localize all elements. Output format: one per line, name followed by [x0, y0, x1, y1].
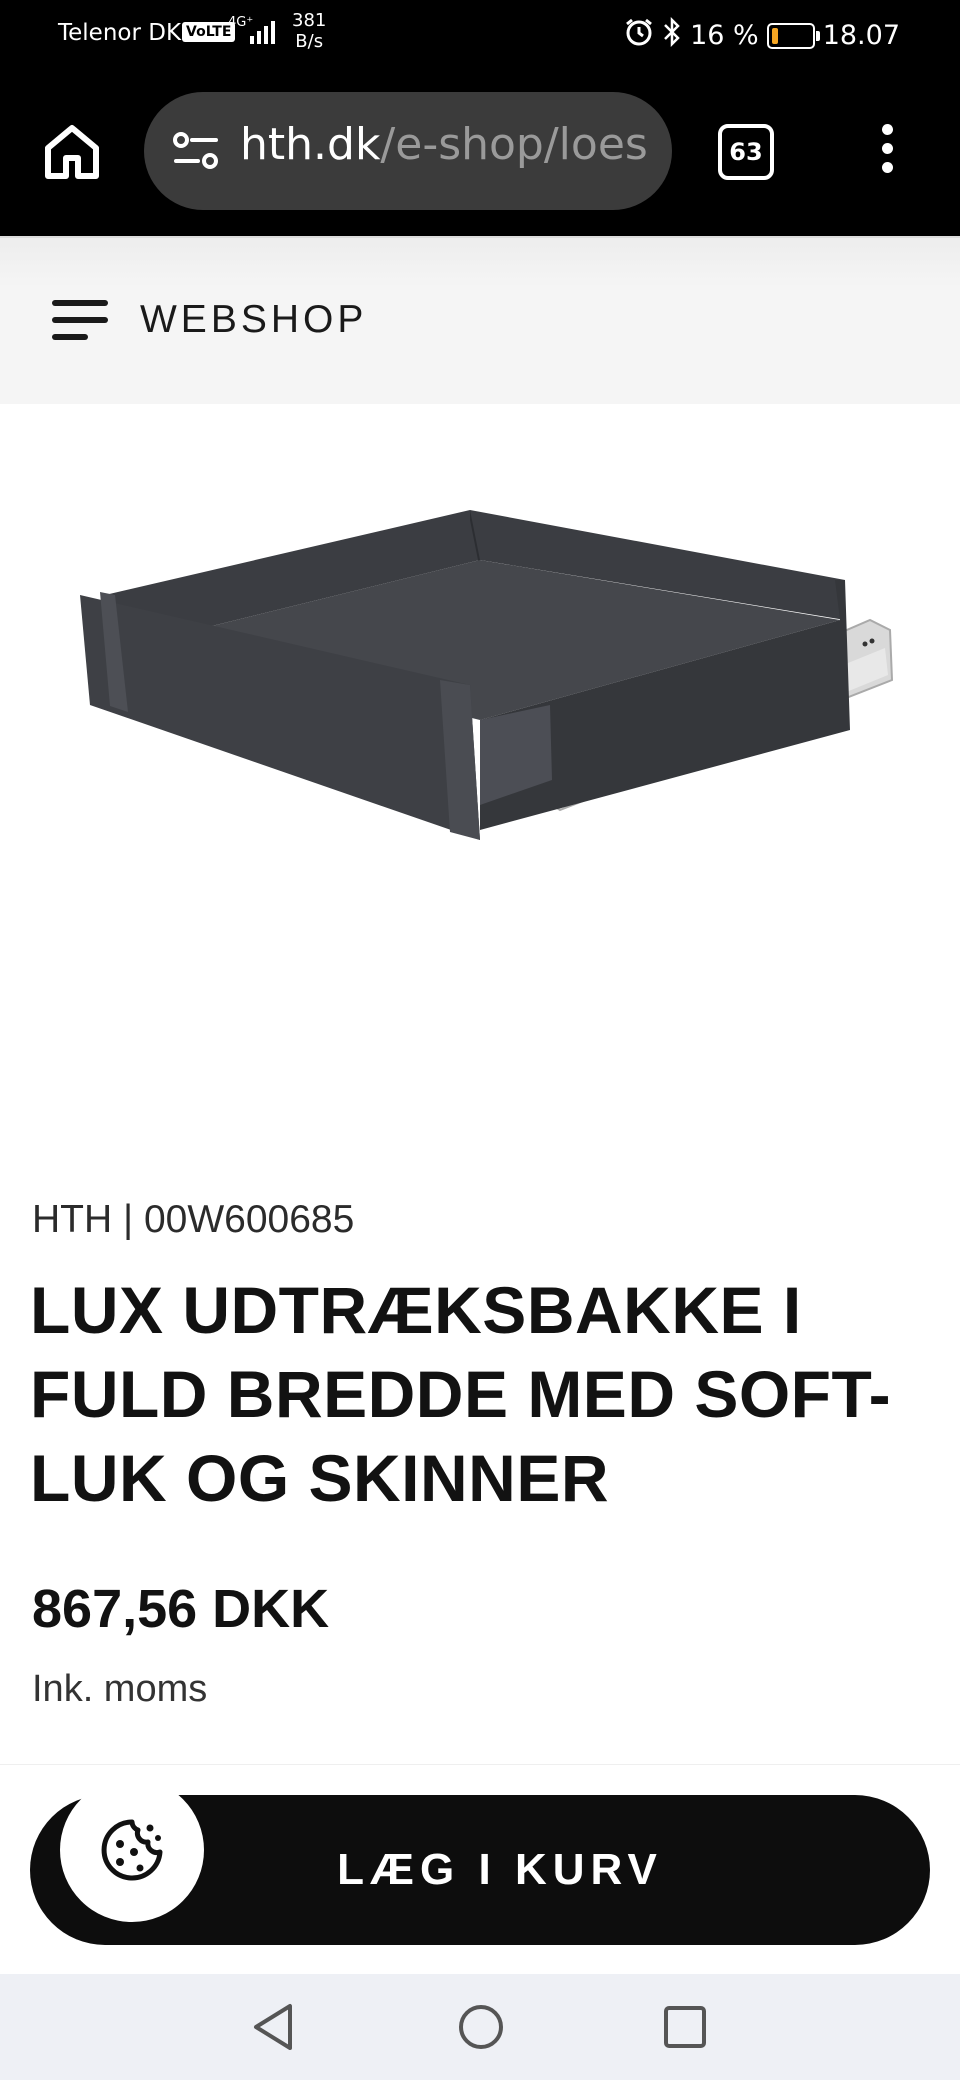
clock: 18.07 — [822, 20, 900, 51]
back-icon[interactable] — [250, 2000, 298, 2058]
product-title: LUX UDTRÆKSBAKKE I FULD BREDDE MED SOFT-… — [30, 1273, 892, 1515]
vat-note: Ink. moms — [32, 1668, 208, 1710]
product-image[interactable] — [40, 480, 940, 880]
home-icon — [45, 125, 99, 179]
browser-toolbar: hth.dk/e-shop/loes 63 — [0, 76, 960, 236]
url-domain: hth.dk — [240, 119, 381, 170]
product-brand-sku: HTH | 00W600685 — [32, 1198, 355, 1241]
alarm-icon — [624, 17, 654, 54]
network-speed: 381 B/s — [292, 10, 326, 52]
battery-icon — [766, 22, 820, 49]
more-options-icon[interactable] — [872, 124, 902, 180]
product-price: 867,56 DKK — [32, 1579, 330, 1639]
system-navigation-bar — [0, 1974, 960, 2080]
recent-apps-icon[interactable] — [662, 2002, 708, 2056]
bluetooth-icon — [662, 16, 682, 54]
home-button[interactable] — [40, 120, 104, 184]
status-bar: Telenor DK VoLTE 4G⁺ 381 B/s 16 % 18.07 — [0, 0, 960, 76]
signal-icon — [250, 18, 282, 50]
cookie-settings-button[interactable] — [60, 1778, 204, 1922]
battery-percent: 16 % — [690, 20, 759, 51]
carrier-label: Telenor DK — [58, 20, 182, 46]
url-path: /e-shop/loes — [380, 119, 648, 170]
site-settings-icon[interactable] — [172, 130, 220, 176]
hamburger-menu-icon[interactable] — [52, 300, 110, 346]
cookie-icon — [101, 1819, 163, 1881]
address-bar[interactable]: hth.dk/e-shop/loes — [144, 92, 672, 210]
home-nav-icon[interactable] — [456, 2000, 506, 2058]
webshop-menu-label[interactable]: WEBSHOP — [140, 298, 367, 342]
url-text[interactable]: hth.dk/e-shop/loes — [240, 119, 650, 170]
tab-switcher-button[interactable]: 63 — [718, 124, 774, 180]
speed-value: 381 — [292, 10, 327, 31]
webshop-header: WEBSHOP — [0, 236, 960, 404]
status-right: 16 % 18.07 — [624, 16, 900, 54]
speed-unit: B/s — [295, 31, 324, 52]
